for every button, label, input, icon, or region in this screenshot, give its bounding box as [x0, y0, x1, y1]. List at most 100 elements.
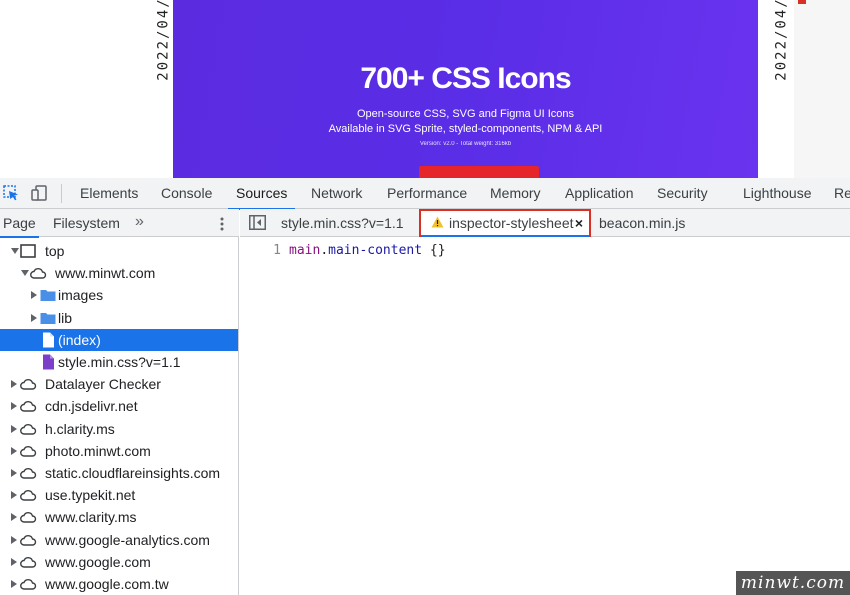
- code-braces: {}: [422, 243, 446, 258]
- expand-arrow-icon[interactable]: [31, 291, 37, 300]
- tree-item-images[interactable]: images: [0, 284, 238, 306]
- banner-title: 700+ CSS Icons: [360, 62, 571, 95]
- post-date-left-text: 2022/04/: [156, 0, 172, 81]
- tree-item-label: www.minwt.com: [55, 265, 156, 282]
- collapse-arrow-icon[interactable]: [11, 248, 19, 254]
- tab-lighthouse[interactable]: Lighthouse: [743, 178, 812, 209]
- tree-item-datalayer-checker[interactable]: Datalayer Checker: [0, 373, 238, 395]
- expand-arrow-icon[interactable]: [11, 557, 17, 566]
- cloud-icon: [20, 512, 37, 524]
- navigator-tab-page[interactable]: Page: [0, 209, 39, 238]
- tree-item-label: www.google.com.tw: [45, 576, 169, 592]
- tree-item-label: Datalayer Checker: [45, 376, 161, 393]
- cloud-icon: [20, 468, 37, 479]
- folder-icon: [40, 312, 56, 324]
- tree-item-lib[interactable]: lib: [0, 307, 238, 329]
- tab-sources[interactable]: Sources: [227, 178, 296, 210]
- close-tab-icon[interactable]: ×: [575, 209, 583, 237]
- tree-item-label: photo.minwt.com: [45, 442, 151, 459]
- line-number: 1: [273, 243, 281, 258]
- navigator-tab-filesystem[interactable]: Filesystem: [53, 209, 120, 237]
- inspect-element-icon[interactable]: [3, 185, 19, 201]
- expand-arrow-icon[interactable]: [11, 535, 17, 544]
- tree-item-label: static.cloudflareinsights.com: [45, 465, 221, 481]
- toggle-navigator-icon[interactable]: [249, 215, 266, 230]
- tree-item-www-google-analytics-com[interactable]: www.google-analytics.com: [0, 529, 238, 551]
- tree-item-www-google-com[interactable]: www.google.com: [0, 551, 238, 573]
- banner-subtitle-1: Open-source CSS, SVG and Figma UI Icons: [356, 108, 575, 120]
- document-icon: [43, 332, 54, 348]
- expand-arrow-icon[interactable]: [31, 313, 37, 322]
- expand-arrow-icon[interactable]: [11, 513, 17, 522]
- editor-tab-style-min-css[interactable]: style.min.css?v=1.1: [281, 209, 404, 237]
- expand-arrow-icon[interactable]: [11, 469, 17, 477]
- expand-arrow-icon[interactable]: [11, 402, 17, 411]
- collapse-arrow-icon[interactable]: [21, 270, 29, 277]
- tree-item-label: use.typekit.net: [45, 487, 136, 504]
- watermark: minwt.com: [736, 571, 850, 595]
- post-date-right-text: 2022/04/: [774, 0, 790, 81]
- line-gutter: 1: [240, 237, 284, 595]
- tree-item-www-clarity-ms[interactable]: www.clarity.ms: [0, 506, 238, 528]
- post-date-right: 2022/04/: [768, 0, 796, 81]
- tree-item-label: www.google.com: [45, 553, 151, 570]
- cloud-icon: [20, 490, 37, 501]
- device-toolbar-icon[interactable]: [31, 185, 47, 201]
- tree-item-label: style.min.css?v=1.1: [58, 354, 181, 370]
- cloud-icon: [20, 556, 37, 568]
- tree-item-label: top: [45, 243, 65, 259]
- tab-performance[interactable]: Performance: [387, 178, 467, 209]
- tab-elements[interactable]: Elements: [80, 178, 138, 209]
- expand-arrow-icon[interactable]: [11, 580, 17, 588]
- expand-arrow-icon[interactable]: [11, 491, 17, 500]
- editor-tab-inspector-stylesheet[interactable]: inspector-stylesheet ×: [421, 209, 589, 237]
- tree-item-label: www.google-analytics.com: [45, 531, 210, 548]
- folder-icon: [40, 290, 56, 302]
- devtools-main-toolbar: Elements Console Sources Network Perform…: [0, 178, 850, 210]
- webpage-viewport: 2022/04/ 2022/04/ 700+ CSS Icons Open-so…: [0, 0, 850, 178]
- stylesheet-icon: [43, 354, 54, 370]
- tab-application[interactable]: Application: [565, 178, 634, 209]
- tree-item-label: (index): [58, 331, 101, 348]
- tree-item-style-min-css-v-1-1[interactable]: style.min.css?v=1.1: [0, 351, 238, 373]
- tree-item-label: www.clarity.ms: [45, 509, 137, 526]
- css-icons-banner[interactable]: 700+ CSS Icons Open-source CSS, SVG and …: [173, 0, 758, 178]
- toolbar-separator: [61, 184, 62, 203]
- tab-security[interactable]: Security: [657, 178, 708, 209]
- tree-item-label: lib: [58, 309, 73, 326]
- tab-memory[interactable]: Memory: [490, 178, 541, 209]
- tree-item-h-clarity-ms[interactable]: h.clarity.ms: [0, 418, 238, 440]
- code-editor[interactable]: 1 main.main-content {}: [240, 237, 850, 595]
- editor-tab-bar: style.min.css?v=1.1 inspector-stylesheet…: [240, 209, 850, 237]
- tree-item-cdn-jsdelivr-net[interactable]: cdn.jsdelivr.net: [0, 395, 238, 417]
- cloud-icon: [20, 445, 37, 457]
- tab-console[interactable]: Console: [161, 178, 212, 209]
- code-selector-tag: main: [289, 243, 321, 258]
- tree-item-label: images: [58, 287, 104, 304]
- navigator-toolbar: Page Filesystem »: [0, 209, 239, 238]
- cloud-icon: [20, 401, 37, 413]
- editor-tab-beacon-min-js[interactable]: beacon.min.js: [599, 209, 685, 237]
- more-options-icon[interactable]: [214, 216, 230, 232]
- tree-item-index[interactable]: (index): [0, 328, 238, 351]
- more-tabs-icon[interactable]: »: [135, 209, 144, 237]
- sources-editor: style.min.css?v=1.1 inspector-stylesheet…: [240, 209, 850, 595]
- cloud-icon: [20, 534, 37, 546]
- tab-network[interactable]: Network: [311, 178, 362, 209]
- tree-item-top[interactable]: top: [0, 240, 238, 262]
- expand-arrow-icon[interactable]: [11, 424, 17, 433]
- tab-recorder[interactable]: Re: [834, 178, 850, 209]
- tree-item-photo-minwt-com[interactable]: photo.minwt.com: [0, 440, 238, 462]
- tree-item-www-minwt-com[interactable]: www.minwt.com: [0, 262, 238, 284]
- tree-item-label: h.clarity.ms: [45, 420, 115, 437]
- tree-item-static-cloudflareinsights-com[interactable]: static.cloudflareinsights.com: [0, 462, 238, 484]
- expand-arrow-icon[interactable]: [11, 380, 17, 389]
- expand-arrow-icon[interactable]: [11, 446, 17, 455]
- banner-subtitle-2: Available in SVG Sprite, styled-componen…: [328, 123, 603, 135]
- code-line[interactable]: main.main-content {}: [289, 243, 446, 258]
- sources-navigator: Page Filesystem » top www.minwt.com images…: [0, 209, 239, 595]
- editor-tab-label: inspector-stylesheet: [449, 215, 574, 231]
- tree-item-www-google-com-tw[interactable]: www.google.com.tw: [0, 573, 238, 595]
- subscribe-button[interactable]: [419, 166, 539, 178]
- tree-item-use-typekit-net[interactable]: use.typekit.net: [0, 484, 238, 506]
